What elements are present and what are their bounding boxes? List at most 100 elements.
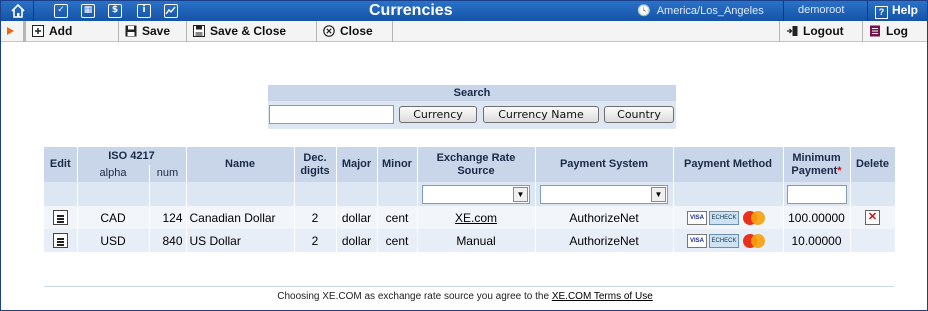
visa-card-icon: VISA: [687, 210, 707, 225]
echeck-icon: ECHECK: [709, 233, 739, 248]
floppy-disk-icon: [125, 25, 137, 37]
timezone-label: America/Los_Angeles: [656, 5, 764, 17]
col-payment-system-header: Payment System: [535, 147, 674, 182]
col-name-header: Name: [186, 147, 295, 182]
col-alpha-header: alpha: [77, 165, 150, 182]
mastercard-icon: [741, 210, 767, 225]
cell-payment-system: AuthorizeNet: [535, 206, 674, 229]
col-iso-header: ISO 4217: [77, 147, 187, 165]
delete-icon[interactable]: ✕: [865, 210, 880, 226]
cell-minimum-payment: 100.00000: [783, 206, 851, 229]
cell-payment-method: VISA ECHECK: [673, 206, 784, 229]
topbar-divider: [783, 1, 784, 21]
logout-label: Logout: [803, 24, 844, 38]
cell-minor: cent: [377, 206, 418, 229]
cell-dec: 2: [294, 229, 337, 252]
edit-icon[interactable]: [52, 210, 68, 226]
save-button[interactable]: Save: [119, 21, 187, 42]
payment-system-select[interactable]: ▼: [540, 184, 668, 204]
col-rate-source-header: Exchange Rate Source: [417, 147, 536, 182]
topbar-divider: [867, 1, 868, 21]
close-label: Close: [340, 24, 373, 38]
col-num-header: num: [149, 165, 187, 182]
help-link[interactable]: ? Help: [875, 3, 918, 19]
edit-icon[interactable]: [52, 233, 68, 249]
topbar-divider: [33, 1, 34, 21]
close-circle-icon: [323, 25, 335, 37]
footer-divider: [44, 286, 894, 287]
cell-dec: 2: [294, 206, 337, 229]
info-icon[interactable]: i: [137, 4, 151, 18]
col-payment-method-header: Payment Method: [673, 147, 784, 182]
cell-minor: cent: [377, 229, 418, 252]
cell-num: 840: [149, 229, 187, 252]
cell-num: 124: [149, 206, 187, 229]
page-title: Currencies: [369, 2, 453, 19]
help-label: Help: [892, 3, 919, 17]
plus-box-icon: [32, 25, 44, 37]
log-button[interactable]: Log: [863, 21, 927, 42]
col-major-header: Major: [336, 147, 378, 182]
save-close-button[interactable]: Save & Close: [187, 21, 317, 42]
cell-rate-source: Manual: [417, 229, 536, 252]
col-minor-header: Minor: [377, 147, 418, 182]
logout-button[interactable]: Logout: [779, 21, 863, 42]
search-currency-button[interactable]: Currency: [399, 106, 477, 123]
save-label: Save: [142, 24, 171, 38]
required-asterisk: *: [837, 164, 842, 177]
save-close-label: Save & Close: [210, 24, 287, 38]
footer-note: Choosing XE.COM as exchange rate source …: [1, 291, 928, 302]
help-icon: ?: [875, 6, 888, 19]
search-header: Search: [268, 85, 676, 101]
rate-source-select[interactable]: ▼: [422, 184, 530, 204]
close-button[interactable]: Close: [317, 21, 393, 42]
currencies-table: Edit ISO 4217 Name Dec. digits Major Min…: [44, 147, 896, 252]
cell-name: US Dollar: [186, 229, 295, 252]
logout-door-icon: [787, 26, 798, 36]
grid-icon[interactable]: ▦: [81, 4, 95, 18]
user-name[interactable]: demoroot: [798, 4, 844, 16]
xe-terms-link[interactable]: XE.COM Terms of Use: [552, 291, 653, 302]
cell-major: dollar: [336, 229, 378, 252]
search-country-button[interactable]: Country: [604, 106, 674, 123]
filter-row: ▼ ▼: [44, 182, 896, 206]
top-bar: ✓ ▦ $ i Currencies 🕓 America/Los_Angeles …: [1, 1, 927, 21]
arrow-right-icon: [7, 27, 14, 35]
clock-icon: 🕓: [637, 5, 651, 17]
visa-card-icon: VISA: [687, 233, 707, 248]
floppy-disk-icon: [193, 25, 205, 37]
home-icon[interactable]: [9, 2, 27, 20]
cell-major: dollar: [336, 206, 378, 229]
cell-payment-method: VISA ECHECK: [673, 229, 784, 252]
checkbox-icon[interactable]: ✓: [54, 4, 68, 18]
cell-minimum-payment: 10.00000: [783, 229, 851, 252]
cell-alpha: CAD: [77, 206, 150, 229]
timezone-indicator[interactable]: 🕓 America/Los_Angeles: [637, 4, 764, 17]
footer-text: Choosing XE.COM as exchange rate source …: [277, 291, 550, 302]
search-input[interactable]: [269, 105, 394, 124]
col-delete-header: Delete: [850, 147, 896, 182]
cell-alpha: USD: [77, 229, 150, 252]
add-button[interactable]: Add: [25, 21, 119, 42]
log-label: Log: [886, 24, 908, 38]
search-currency-name-button[interactable]: Currency Name: [483, 106, 599, 123]
minimum-payment-label: Minimum Payment: [791, 151, 841, 177]
chevron-down-icon: ▼: [651, 186, 666, 202]
rate-source-link[interactable]: XE.com: [455, 211, 497, 225]
cell-payment-system: AuthorizeNet: [535, 229, 674, 252]
dollar-icon[interactable]: $: [108, 4, 122, 18]
col-dec-header: Dec. digits: [294, 147, 337, 182]
echeck-icon: ECHECK: [709, 210, 739, 225]
table-row: CAD 124 Canadian Dollar 2 dollar cent XE…: [44, 206, 896, 229]
cell-delete-empty: [850, 229, 896, 252]
toolbar: Add Save Save & Close Close Logout Log: [1, 21, 927, 42]
mastercard-icon: [741, 233, 767, 248]
cell-name: Canadian Dollar: [186, 206, 295, 229]
col-minimum-payment-header: Minimum Payment*: [783, 147, 851, 182]
col-edit-header: Edit: [44, 147, 78, 182]
chart-icon[interactable]: [164, 4, 178, 18]
minimum-payment-input[interactable]: [786, 184, 847, 204]
window-frame: ✓ ▦ $ i Currencies 🕓 America/Los_Angeles …: [0, 0, 928, 311]
log-book-icon: [870, 25, 880, 37]
add-label: Add: [49, 24, 73, 38]
